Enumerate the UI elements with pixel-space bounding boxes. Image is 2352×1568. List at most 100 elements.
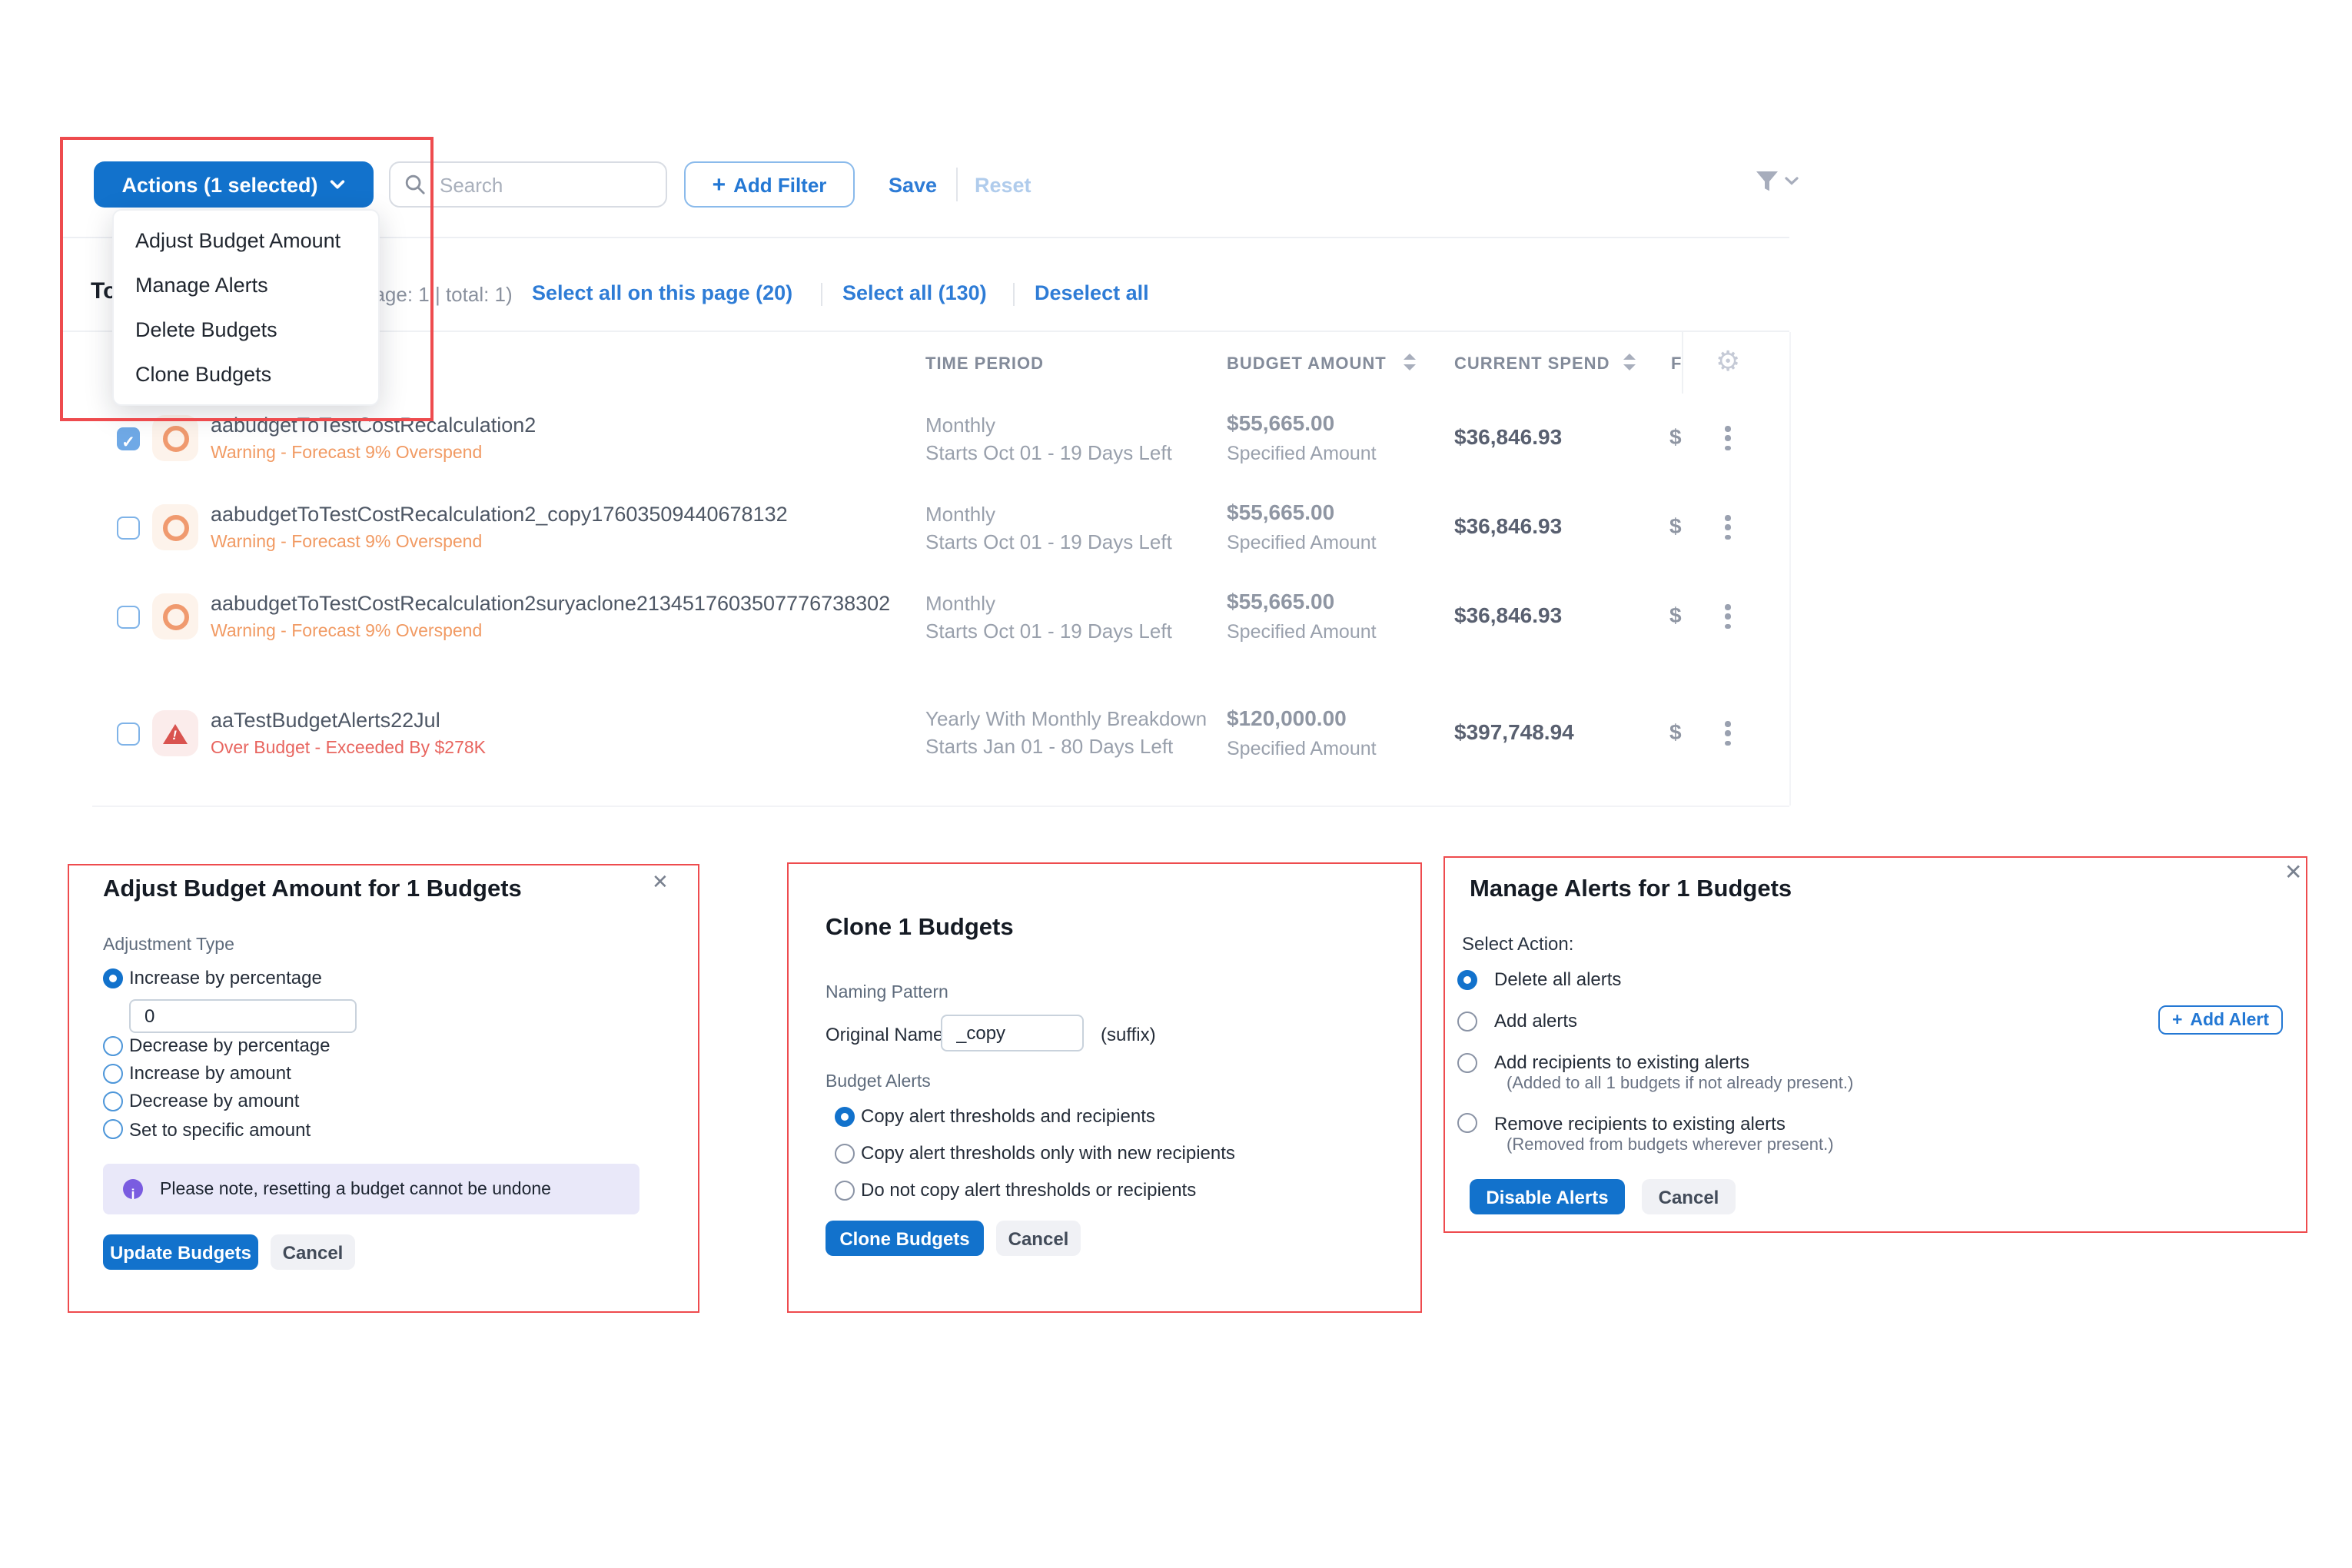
current-spend-value: $36,846.93 xyxy=(1454,424,1562,449)
page-count-fragment: page: 1 | total: 1) xyxy=(363,283,513,306)
radio-add-alerts[interactable] xyxy=(1457,1011,1477,1031)
table-row: aabudgetToTestCostRecalculation2suryaclo… xyxy=(92,572,1789,663)
column-header-budget-amount[interactable]: BUDGET AMOUNT xyxy=(1227,355,1387,374)
budget-name[interactable]: aaTestBudgetAlerts22Jul xyxy=(211,709,440,732)
cancel-button[interactable]: Cancel xyxy=(1642,1179,1736,1214)
budget-amount-type: Specified Amount xyxy=(1227,443,1377,464)
radio-increase-by-amount[interactable] xyxy=(103,1063,123,1083)
radio-label[interactable]: Set to specific amount xyxy=(129,1118,311,1140)
time-period-type: Monthly xyxy=(925,503,995,526)
menu-item-manage-alerts[interactable]: Manage Alerts xyxy=(114,263,378,307)
budget-amount-value: $120,000.00 xyxy=(1227,706,1347,730)
row-menu-kebab-icon[interactable] xyxy=(1722,718,1733,749)
row-menu-kebab-icon[interactable] xyxy=(1722,423,1733,454)
radio-copy-thresholds-recipients[interactable] xyxy=(835,1106,855,1126)
radio-label[interactable]: Copy alert thresholds and recipients xyxy=(861,1105,1155,1127)
adjust-modal-title: Adjust Budget Amount for 1 Budgets xyxy=(103,876,522,904)
toolbar-divider xyxy=(956,168,958,201)
row-menu-kebab-icon[interactable] xyxy=(1722,601,1733,633)
chevron-down-icon xyxy=(1785,177,1799,186)
radio-set-to-specific-amount[interactable] xyxy=(103,1119,123,1139)
deselect-all-link[interactable]: Deselect all xyxy=(1035,281,1149,304)
time-period-detail: Starts Oct 01 - 19 Days Left xyxy=(925,441,1172,464)
radio-decrease-by-percentage[interactable] xyxy=(103,1035,123,1055)
radio-remove-recipients[interactable] xyxy=(1457,1113,1477,1133)
radio-label[interactable]: Decrease by amount xyxy=(129,1090,299,1111)
radio-delete-all-alerts[interactable] xyxy=(1457,969,1477,989)
radio-increase-by-percentage[interactable] xyxy=(103,968,123,988)
table-row: aabudgetToTestCostRecalculation2_copy176… xyxy=(92,483,1789,573)
budget-name[interactable]: aabudgetToTestCostRecalculation2suryaclo… xyxy=(211,592,890,615)
percentage-input[interactable] xyxy=(129,999,357,1033)
plus-icon xyxy=(2172,1011,2182,1029)
cancel-button[interactable]: Cancel xyxy=(996,1221,1081,1256)
update-budgets-button[interactable]: Update Budgets xyxy=(103,1234,258,1270)
budget-status: Warning - Forecast 9% Overspend xyxy=(211,444,482,463)
actions-dropdown-button[interactable]: Actions (1 selected) xyxy=(94,161,374,208)
row-checkbox[interactable] xyxy=(117,516,140,539)
table-row: aabudgetToTestCostRecalculation2 Warning… xyxy=(92,394,1789,484)
budgets-page: Actions (1 selected) Add Filter Save Res… xyxy=(0,0,2352,1568)
table-right-border xyxy=(1789,332,1791,806)
menu-item-adjust-budget-amount[interactable]: Adjust Budget Amount xyxy=(114,218,378,263)
suffix-hint: (suffix) xyxy=(1101,1024,1156,1045)
row-menu-kebab-icon[interactable] xyxy=(1722,512,1733,543)
radio-add-recipients[interactable] xyxy=(1457,1052,1477,1072)
sort-icon[interactable] xyxy=(1623,354,1636,370)
column-header-time-period[interactable]: TIME PERIOD xyxy=(925,355,1044,374)
menu-item-clone-budgets[interactable]: Clone Budgets xyxy=(114,352,378,397)
radio-label[interactable]: Increase by amount xyxy=(129,1062,291,1084)
actions-dropdown-menu: Adjust Budget Amount Manage Alerts Delet… xyxy=(112,209,380,406)
save-filter-link[interactable]: Save xyxy=(889,174,937,197)
add-alert-button[interactable]: Add Alert xyxy=(2158,1005,2283,1035)
reset-filter-link[interactable]: Reset xyxy=(975,174,1031,197)
select-all-page-link[interactable]: Select all on this page (20) xyxy=(532,281,792,304)
suffix-input[interactable] xyxy=(941,1015,1084,1051)
radio-label[interactable]: Add recipients to existing alerts xyxy=(1494,1051,1749,1073)
radio-label[interactable]: Decrease by percentage xyxy=(129,1035,331,1056)
warning-ring-icon xyxy=(162,603,188,630)
clone-budgets-button[interactable]: Clone Budgets xyxy=(826,1221,984,1256)
radio-copy-thresholds-new-recipients[interactable] xyxy=(835,1143,855,1163)
time-period-type: Monthly xyxy=(925,592,995,615)
budget-status: Over Budget - Exceeded By $278K xyxy=(211,739,486,758)
add-filter-label: Add Filter xyxy=(733,173,826,196)
radio-label[interactable]: Increase by percentage xyxy=(129,967,322,988)
radio-label[interactable]: Delete all alerts xyxy=(1494,968,1621,990)
gear-icon[interactable] xyxy=(1716,346,1740,378)
add-alert-label: Add Alert xyxy=(2190,1011,2269,1029)
radio-label[interactable]: Remove recipients to existing alerts xyxy=(1494,1112,1786,1134)
filter-menu-button[interactable] xyxy=(1756,171,1799,192)
budget-name[interactable]: aabudgetToTestCostRecalculation2_copy176… xyxy=(211,503,788,526)
row-checkbox-checked[interactable] xyxy=(117,427,140,450)
warning-ring-icon xyxy=(162,425,188,451)
disable-alerts-button[interactable]: Disable Alerts xyxy=(1470,1179,1625,1214)
budget-amount-value: $55,665.00 xyxy=(1227,500,1334,524)
select-all-link[interactable]: Select all (130) xyxy=(842,281,987,304)
budget-status: Warning - Forecast 9% Overspend xyxy=(211,533,482,552)
radio-label[interactable]: Copy alert thresholds only with new reci… xyxy=(861,1142,1235,1164)
budget-name[interactable]: aabudgetToTestCostRecalculation2 xyxy=(211,414,536,437)
column-header-current-spend[interactable]: CURRENT SPEND xyxy=(1454,355,1610,374)
close-icon[interactable] xyxy=(652,870,669,895)
selection-divider xyxy=(1013,283,1015,306)
radio-do-not-copy[interactable] xyxy=(835,1180,855,1200)
radio-note: (Removed from budgets wherever present.) xyxy=(1507,1136,1834,1154)
sort-icon[interactable] xyxy=(1404,354,1416,370)
budget-amount-value: $55,665.00 xyxy=(1227,410,1334,435)
adjustment-type-label: Adjustment Type xyxy=(103,936,234,955)
menu-item-delete-budgets[interactable]: Delete Budgets xyxy=(114,307,378,352)
forecast-value-clipped: $ xyxy=(1669,719,1682,744)
forecast-value-clipped: $ xyxy=(1669,603,1682,627)
budget-amount-type: Specified Amount xyxy=(1227,738,1377,759)
close-icon[interactable] xyxy=(2284,859,2302,885)
radio-label[interactable]: Add alerts xyxy=(1494,1010,1577,1031)
add-filter-button[interactable]: Add Filter xyxy=(684,161,855,208)
search-input[interactable] xyxy=(437,171,643,198)
naming-pattern-label: Naming Pattern xyxy=(826,984,948,1002)
radio-label[interactable]: Do not copy alert thresholds or recipien… xyxy=(861,1179,1196,1201)
row-checkbox[interactable] xyxy=(117,722,140,745)
row-checkbox[interactable] xyxy=(117,605,140,628)
radio-decrease-by-amount[interactable] xyxy=(103,1091,123,1111)
cancel-button[interactable]: Cancel xyxy=(271,1234,355,1270)
